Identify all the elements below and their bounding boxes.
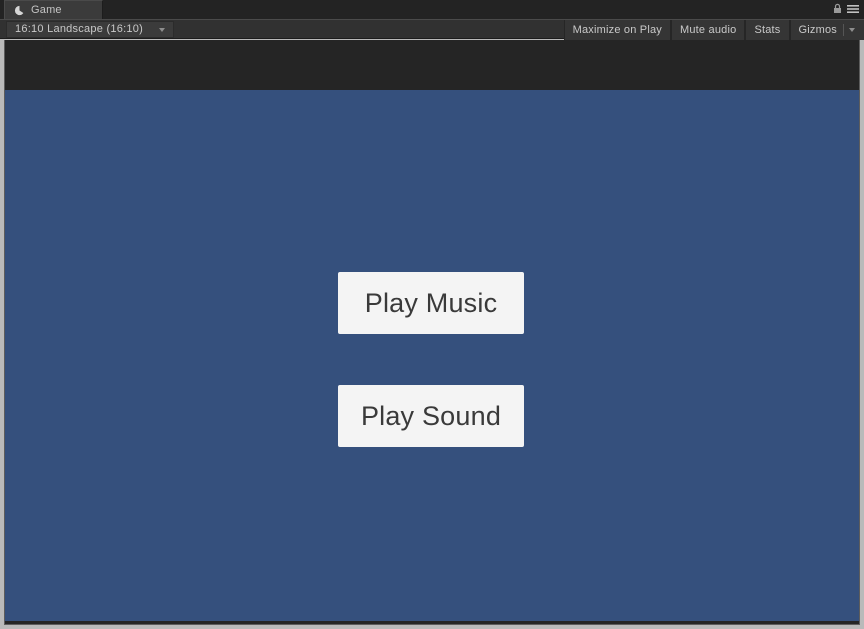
stats-button[interactable]: Stats xyxy=(745,20,790,40)
gizmos-separator xyxy=(843,24,844,36)
game-pacman-icon xyxy=(14,5,24,15)
tab-game-label: Game xyxy=(31,3,62,16)
tab-game[interactable]: Game xyxy=(4,0,103,19)
chevron-down-icon[interactable] xyxy=(849,28,855,32)
game-letterbox-top xyxy=(5,40,859,90)
aspect-ratio-dropdown[interactable]: 16:10 Landscape (16:10) xyxy=(6,21,174,38)
unity-game-window: Game 16:10 Landscape (16:10) Maximize on… xyxy=(0,0,864,629)
aspect-ratio-value: 16:10 Landscape (16:10) xyxy=(15,23,144,35)
maximize-on-play-button[interactable]: Maximize on Play xyxy=(563,20,671,40)
game-view-toolbar: 16:10 Landscape (16:10) Maximize on Play… xyxy=(0,19,864,40)
window-icons xyxy=(832,3,860,15)
chevron-down-icon xyxy=(159,27,165,32)
hamburger-menu-icon[interactable] xyxy=(846,3,860,15)
play-music-button[interactable]: Play Music xyxy=(338,272,524,334)
game-viewport[interactable]: Play Music Play Sound xyxy=(5,90,859,621)
toolbar-right-group: Maximize on Play Mute audio Stats Gizmos xyxy=(563,20,864,40)
gizmos-label: Gizmos xyxy=(798,23,837,36)
play-sound-button[interactable]: Play Sound xyxy=(338,385,524,447)
gizmos-button[interactable]: Gizmos xyxy=(789,20,864,40)
mute-audio-button[interactable]: Mute audio xyxy=(671,20,746,40)
game-view-surface[interactable]: Play Music Play Sound xyxy=(4,40,860,625)
tab-strip: Game xyxy=(0,0,864,19)
lock-icon[interactable] xyxy=(832,3,843,15)
